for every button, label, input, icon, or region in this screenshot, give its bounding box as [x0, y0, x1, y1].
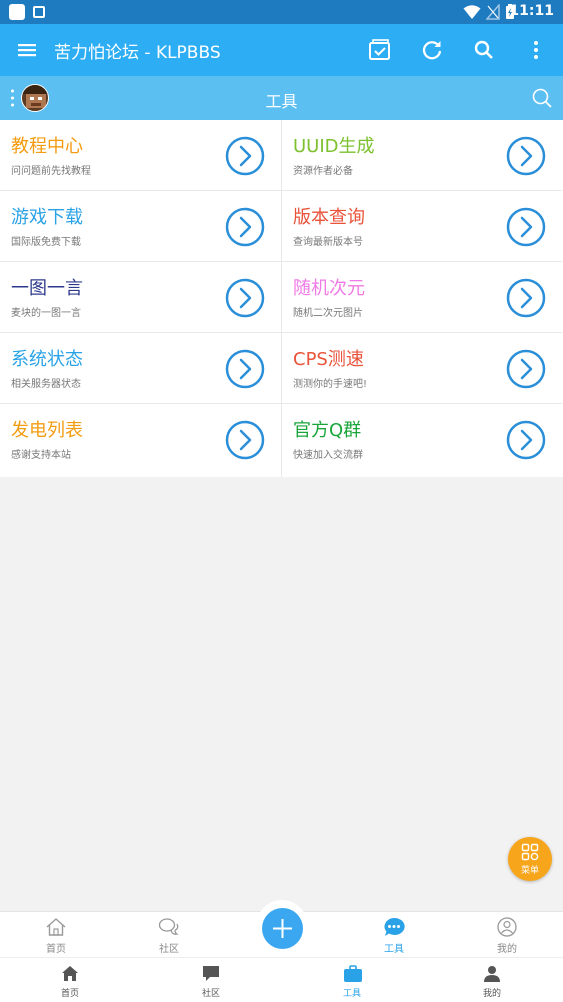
tool-title: CPS测速	[293, 349, 364, 370]
bottom-nav-secondary: 首页 社区 工具 我的	[0, 957, 563, 1002]
search-icon[interactable]	[531, 87, 553, 109]
tools-grid: 教程中心 问问题前先找教程 UUID生成 资源作者必备 游戏下载 国际版免费下载…	[0, 120, 563, 477]
status-bar: 11:11	[0, 0, 563, 24]
nav-profile[interactable]: 我的	[467, 912, 547, 958]
tool-subtitle: 快速加入交流群	[293, 450, 363, 461]
chevron-right-circle-icon[interactable]	[225, 136, 265, 176]
clock: 11:11	[509, 3, 554, 19]
app-title: 苦力怕论坛 - KLPBBS	[54, 43, 221, 63]
tool-cps-test[interactable]: CPS测速 测测你的手速吧!	[281, 333, 562, 404]
tool-title: 一图一言	[11, 278, 83, 299]
tool-sponsor-list[interactable]: 发电列表 感谢支持本站	[0, 404, 281, 477]
menu-icon[interactable]	[13, 36, 41, 64]
chevron-right-circle-icon[interactable]	[225, 207, 265, 247]
nav-label: 我的	[482, 989, 501, 999]
tool-title: 发电列表	[11, 420, 83, 441]
chevron-right-circle-icon[interactable]	[506, 278, 546, 318]
plus-icon	[273, 919, 292, 938]
nav-label: 首页	[60, 989, 79, 999]
chevron-right-circle-icon[interactable]	[506, 420, 546, 460]
chevron-right-circle-icon[interactable]	[506, 349, 546, 389]
tool-subtitle: 国际版免费下载	[11, 237, 81, 248]
floating-menu-button[interactable]: 菜单	[508, 837, 552, 881]
tool-title: 游戏下载	[11, 207, 83, 228]
nav-label: 社区	[159, 944, 179, 955]
chevron-right-circle-icon[interactable]	[225, 420, 265, 460]
chevron-right-circle-icon[interactable]	[506, 136, 546, 176]
nav2-home[interactable]: 首页	[30, 958, 110, 1002]
tool-picture-quote[interactable]: 一图一言 麦块的一图一言	[0, 262, 281, 333]
floating-menu-label: 菜单	[520, 866, 539, 876]
chevron-right-circle-icon[interactable]	[225, 349, 265, 389]
tool-title: 官方Q群	[293, 420, 362, 441]
user-avatar[interactable]	[21, 84, 49, 112]
nav-community[interactable]: 社区	[129, 912, 209, 958]
nav2-tools[interactable]: 工具	[312, 958, 392, 1002]
tool-subtitle: 相关服务器状态	[11, 379, 81, 390]
chevron-right-circle-icon[interactable]	[225, 278, 265, 318]
tool-system-status[interactable]: 系统状态 相关服务器状态	[0, 333, 281, 404]
tool-official-qq-group[interactable]: 官方Q群 快速加入交流群	[281, 404, 562, 477]
tool-title: 系统状态	[11, 349, 83, 370]
comment-icon	[203, 966, 219, 981]
tool-subtitle: 资源作者必备	[293, 166, 353, 177]
app-bar: 苦力怕论坛 - KLPBBS	[0, 24, 563, 76]
tool-subtitle: 问问题前先找教程	[11, 166, 91, 177]
home-icon	[62, 966, 78, 981]
tool-subtitle: 感谢支持本站	[11, 450, 71, 461]
tool-uuid-generator[interactable]: UUID生成 资源作者必备	[281, 120, 562, 191]
more-vertical-icon[interactable]	[522, 36, 550, 64]
tool-title: 教程中心	[11, 136, 83, 157]
chat-bubbles-icon	[158, 918, 179, 935]
user-circle-icon	[497, 917, 517, 937]
tool-random-anime[interactable]: 随机次元 随机二次元图片	[281, 262, 562, 333]
tool-version-query[interactable]: 版本查询 查询最新版本号	[281, 191, 562, 262]
nav-label: 社区	[201, 989, 220, 999]
tool-tutorial-center[interactable]: 教程中心 问问题前先找教程	[0, 120, 281, 191]
nav-label: 工具	[342, 989, 361, 999]
tool-game-download[interactable]: 游戏下载 国际版免费下载	[0, 191, 281, 262]
tool-subtitle: 随机二次元图片	[293, 308, 363, 319]
home-outline-icon	[46, 918, 66, 936]
tool-title: 随机次元	[293, 278, 365, 299]
grid-menu-icon	[521, 843, 539, 861]
person-icon	[484, 966, 500, 982]
nav-label: 首页	[46, 944, 66, 955]
search-icon[interactable]	[470, 36, 498, 64]
app-notification-icon	[33, 6, 45, 18]
signal-icon	[486, 4, 500, 20]
tool-subtitle: 查询最新版本号	[293, 237, 363, 248]
compose-button[interactable]	[262, 908, 303, 949]
chevron-right-circle-icon[interactable]	[506, 207, 546, 247]
briefcase-icon	[344, 965, 362, 982]
nav2-profile[interactable]: 我的	[452, 958, 532, 1002]
tool-title: UUID生成	[293, 136, 375, 157]
nav-label: 工具	[384, 944, 404, 955]
calendar-check-icon[interactable]	[366, 36, 394, 64]
sub-header: 工具	[0, 76, 563, 120]
wifi-icon	[463, 5, 481, 19]
tool-title: 版本查询	[293, 207, 365, 228]
refresh-icon[interactable]	[418, 36, 446, 64]
page-title: 工具	[265, 92, 298, 111]
chat-dots-icon	[384, 917, 405, 936]
nav2-community[interactable]: 社区	[171, 958, 251, 1002]
tool-subtitle: 麦块的一图一言	[11, 308, 81, 319]
nav-home[interactable]: 首页	[16, 912, 96, 958]
nav-label: 我的	[497, 944, 517, 955]
notification-icon	[9, 4, 25, 20]
nav-tools[interactable]: 工具	[354, 912, 434, 958]
tool-subtitle: 测测你的手速吧!	[293, 379, 368, 390]
